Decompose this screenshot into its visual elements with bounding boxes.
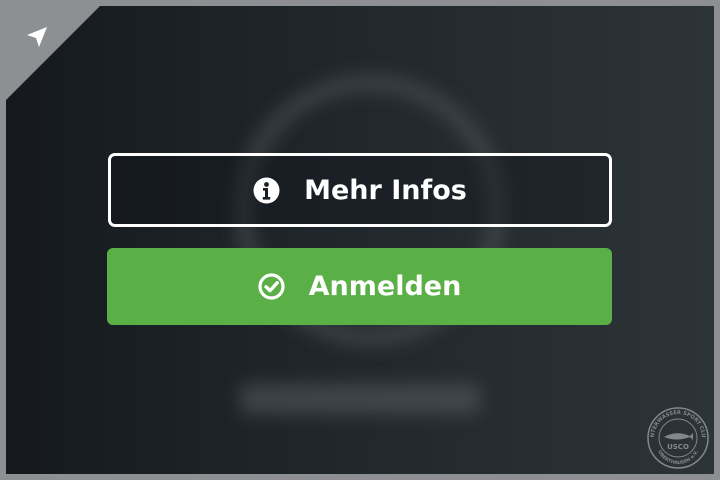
logo-top-text: UNTERWASSER SPORT CLUB <box>646 406 706 438</box>
check-circle-icon <box>258 273 285 300</box>
svg-text:UNTERWASSER SPORT CLUB: UNTERWASSER SPORT CLUB <box>646 406 706 438</box>
register-button[interactable]: Anmelden <box>107 248 612 325</box>
location-arrow-icon[interactable] <box>24 24 50 50</box>
blurred-background-title <box>240 384 480 414</box>
more-info-button[interactable]: Mehr Infos <box>108 153 612 227</box>
more-info-label: Mehr Infos <box>304 174 467 206</box>
event-card: Mehr Infos Anmelden UNTERWASSER SPORT CL… <box>6 6 714 474</box>
info-circle-icon <box>253 177 280 204</box>
club-logo: UNTERWASSER SPORT CLUB OBERTHAUSEN e.V. … <box>646 406 709 469</box>
logo-center-text: USCO <box>667 443 689 451</box>
register-label: Anmelden <box>308 271 462 302</box>
location-corner-badge[interactable] <box>6 6 100 100</box>
